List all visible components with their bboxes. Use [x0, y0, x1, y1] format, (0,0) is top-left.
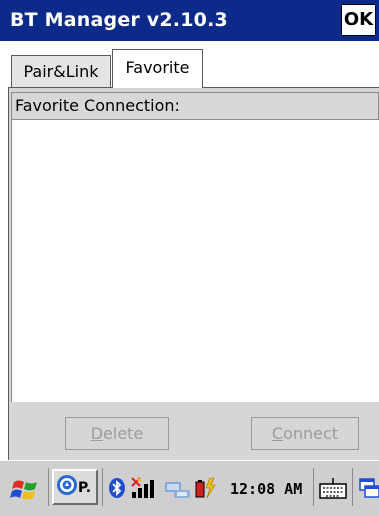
favorite-connection-list[interactable] — [11, 120, 379, 402]
bluetooth-icon[interactable] — [108, 477, 126, 499]
connect-button[interactable]: Connect — [251, 417, 359, 450]
taskbar-separator — [313, 468, 314, 506]
delete-button[interactable]: Delete — [65, 417, 169, 450]
tab-favorite[interactable]: Favorite — [112, 49, 203, 88]
windows-flag-icon[interactable] — [10, 476, 40, 504]
running-task-label: P. — [78, 480, 92, 496]
taskbar-clock[interactable]: 12:08 AM — [230, 480, 302, 498]
taskbar-separator — [102, 468, 103, 506]
pocket-app-icon — [56, 474, 78, 496]
tab-pair-link[interactable]: Pair&Link — [11, 55, 111, 88]
window-title: BT Manager v2.10.3 — [10, 9, 228, 31]
signal-icon[interactable] — [130, 476, 160, 500]
favorite-list-header: Favorite Connection: — [11, 92, 379, 120]
taskbar-separator — [352, 468, 353, 506]
screen: BT Manager v2.10.3 OK Pair&Link Favorite… — [0, 0, 379, 516]
taskbar-separator — [48, 468, 49, 506]
connect-button-label: onnect — [283, 424, 339, 443]
keyboard-icon[interactable] — [319, 476, 347, 500]
title-bar: BT Manager v2.10.3 OK — [0, 0, 379, 41]
network-icon[interactable] — [164, 478, 192, 500]
connect-mnemonic: C — [271, 424, 284, 443]
battery-charging-icon[interactable] — [194, 476, 218, 500]
delete-button-label: elete — [103, 424, 144, 443]
window-switch-icon[interactable] — [358, 476, 379, 500]
delete-mnemonic: D — [90, 424, 104, 443]
ok-button[interactable]: OK — [341, 4, 376, 36]
